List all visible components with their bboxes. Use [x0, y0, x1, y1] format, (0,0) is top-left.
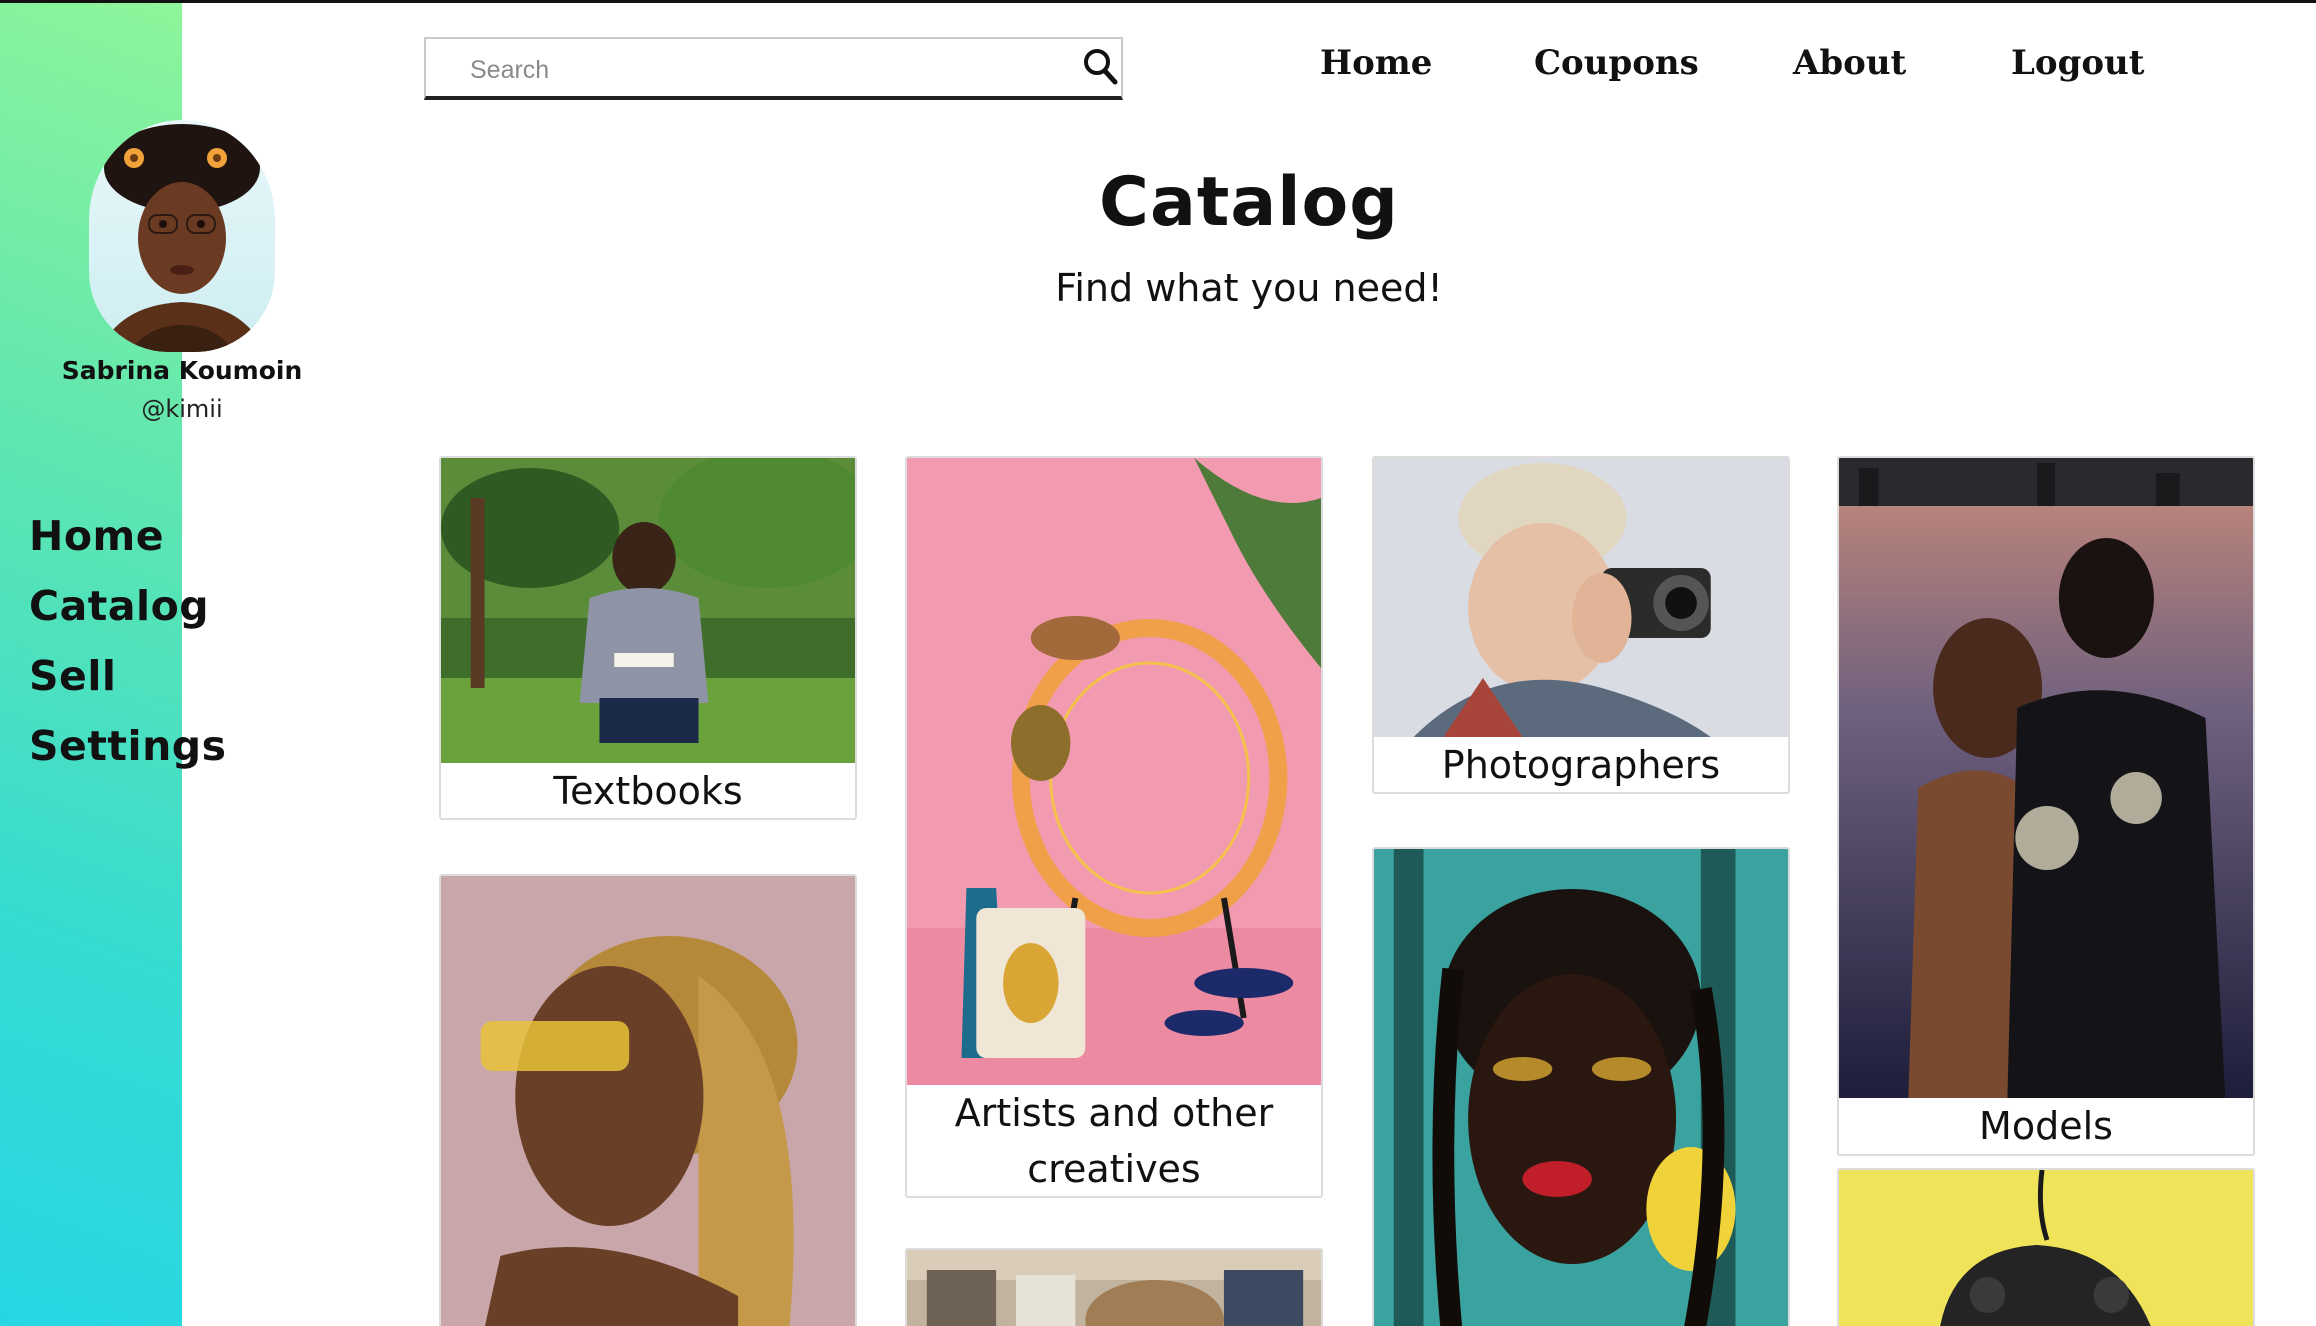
- category-card-makeup[interactable]: [1372, 847, 1790, 1326]
- card-caption: Artists and other creatives: [954, 1091, 1274, 1191]
- hair-photo: [441, 876, 855, 1326]
- card-caption: Textbooks: [553, 769, 743, 813]
- nav-logout[interactable]: Logout: [2011, 43, 2144, 83]
- category-card-clothing[interactable]: [905, 1248, 1323, 1326]
- textbooks-photo: [441, 458, 855, 763]
- gaming-photo: [1839, 1170, 2253, 1326]
- search-input[interactable]: [470, 53, 1030, 87]
- photographers-photo: [1374, 458, 1788, 737]
- sidebar-item-settings[interactable]: Settings: [29, 718, 227, 788]
- search-bar: [424, 37, 1123, 100]
- page-subtitle: Find what you need!: [1055, 266, 1443, 310]
- card-caption: Models: [1979, 1104, 2113, 1148]
- category-card-textbooks[interactable]: Textbooks: [439, 456, 857, 820]
- category-card-artists[interactable]: Artists and other creatives: [905, 456, 1323, 1198]
- nav-about[interactable]: About: [1793, 43, 1906, 83]
- category-card-hair[interactable]: [439, 874, 857, 1326]
- nav-home[interactable]: Home: [1320, 43, 1432, 83]
- search-icon[interactable]: [1081, 45, 1121, 89]
- profile-name: Sabrina Koumoin: [61, 356, 303, 385]
- clothing-photo: [907, 1250, 1321, 1326]
- sidebar-item-catalog[interactable]: Catalog: [29, 578, 227, 648]
- page-title: Catalog: [1099, 163, 1399, 242]
- models-photo: [1839, 458, 2253, 1098]
- sidebar-nav: Home Catalog Sell Settings: [29, 508, 227, 788]
- makeup-photo: [1374, 849, 1788, 1326]
- profile-handle: @kimii: [141, 395, 223, 423]
- nav-coupons[interactable]: Coupons: [1534, 43, 1699, 83]
- sidebar-item-home[interactable]: Home: [29, 508, 227, 578]
- category-card-photographers[interactable]: Photographers: [1372, 456, 1790, 794]
- category-card-models[interactable]: Models: [1837, 456, 2255, 1156]
- category-card-gaming[interactable]: [1837, 1168, 2255, 1326]
- sidebar-item-sell[interactable]: Sell: [29, 648, 227, 718]
- card-caption: Photographers: [1441, 743, 1721, 787]
- artists-photo: [907, 458, 1321, 1085]
